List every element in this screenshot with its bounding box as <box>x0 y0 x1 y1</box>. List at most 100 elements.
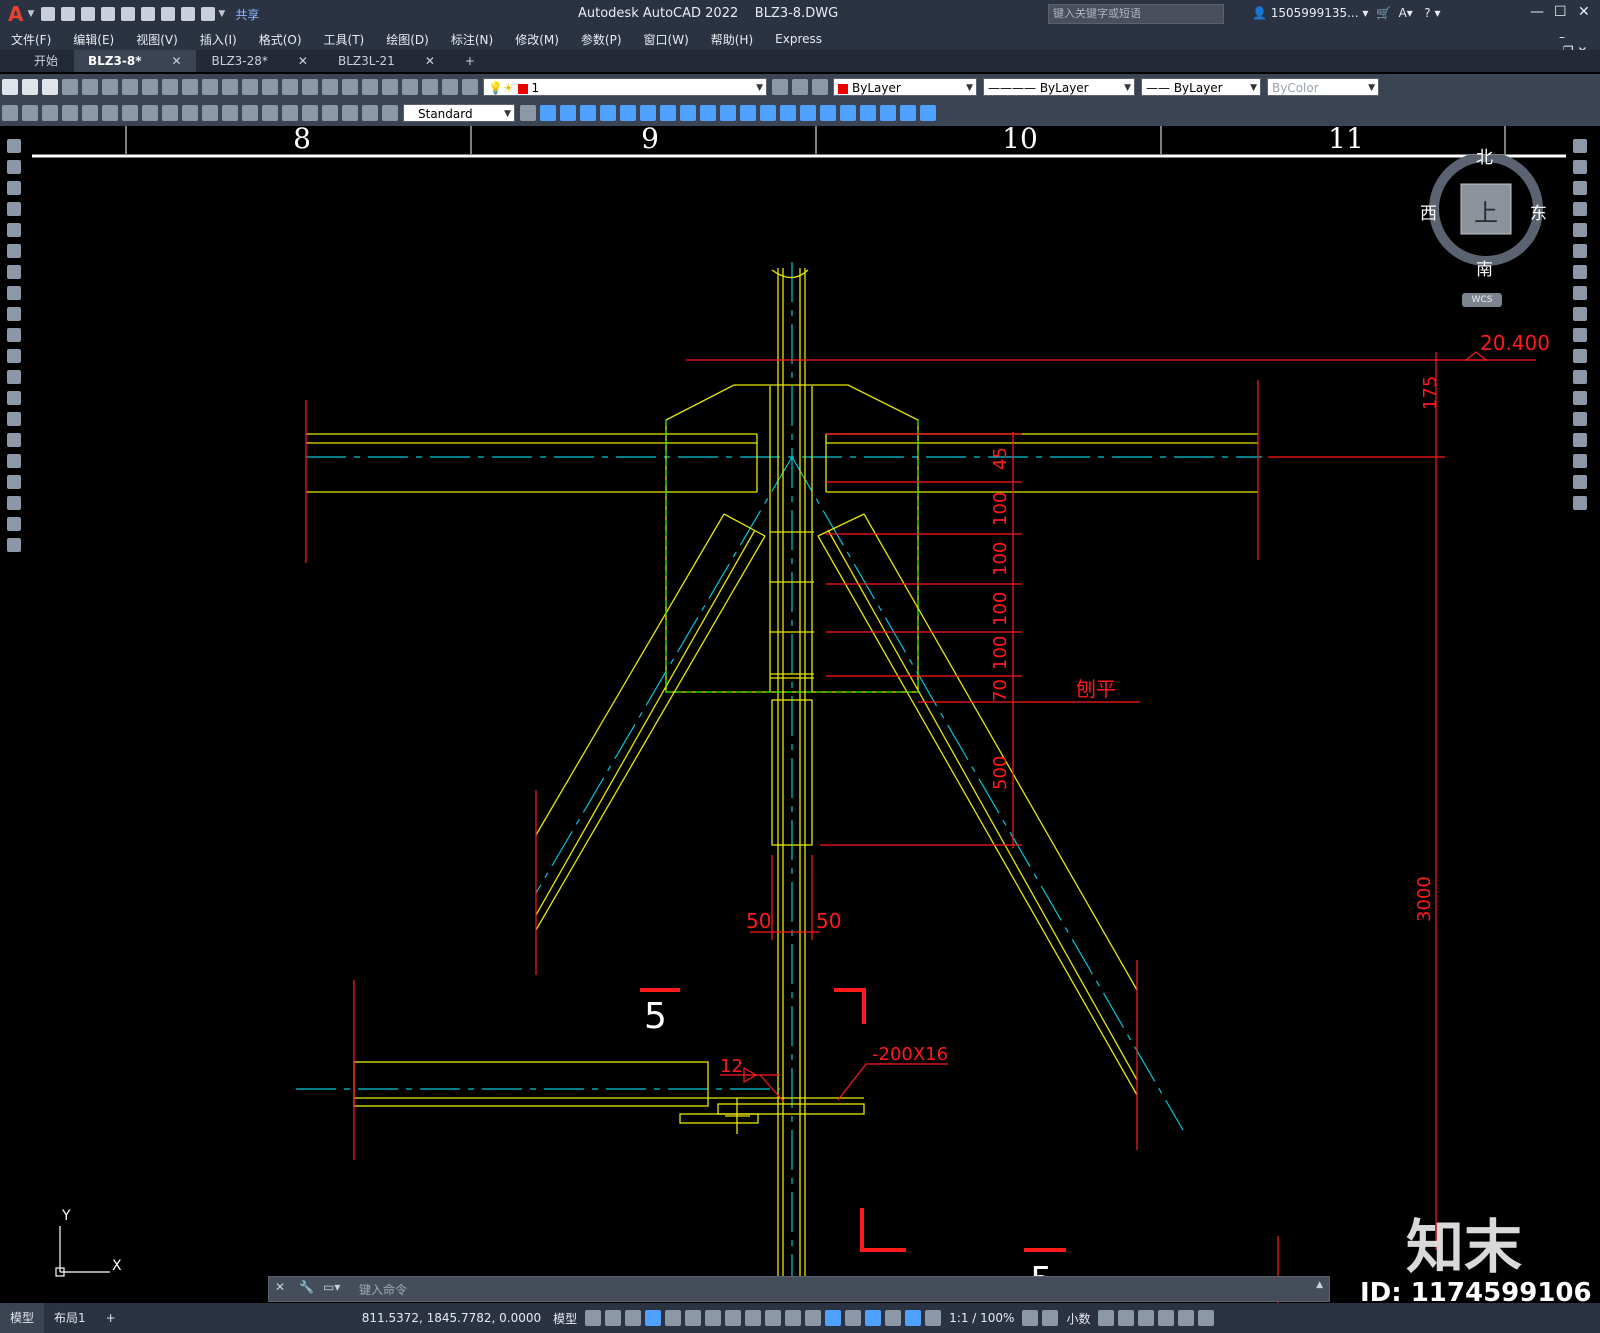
trim-icon[interactable] <box>1573 328 1587 342</box>
undo-icon[interactable] <box>181 7 196 21</box>
separate-icon[interactable] <box>800 105 816 121</box>
menu-item-0[interactable]: 文件(F) <box>11 31 51 48</box>
mirror-icon[interactable] <box>1573 181 1587 195</box>
array-icon[interactable] <box>1573 223 1587 237</box>
close-tab-icon[interactable]: ✕ <box>298 54 308 68</box>
isodraft-icon[interactable] <box>705 1310 722 1326</box>
menu-item-9[interactable]: 参数(P) <box>581 31 622 48</box>
command-line[interactable]: ✕ 🔧 ▭▾ 键入命令 ▲ <box>268 1276 1330 1302</box>
object-snap-icon[interactable] <box>745 1310 762 1326</box>
dim-angular-icon[interactable] <box>162 105 178 121</box>
inspect-icon[interactable] <box>302 105 318 121</box>
plot-tool-icon[interactable] <box>62 79 78 95</box>
search-input[interactable]: 键入关键字或短语 <box>1048 4 1224 24</box>
lineweight-icon[interactable] <box>765 1310 782 1326</box>
zoom-realtime-icon[interactable] <box>262 79 278 95</box>
pan-icon[interactable] <box>242 79 258 95</box>
arc-icon[interactable] <box>7 244 21 258</box>
clean-icon[interactable] <box>780 105 796 121</box>
dim-diameter-icon[interactable] <box>142 105 158 121</box>
viewcube-south[interactable]: 南 <box>1476 255 1493 280</box>
menu-item-7[interactable]: 标注(N) <box>451 31 493 48</box>
document-tab-2[interactable]: BLZ3-28* ✕ <box>198 50 322 72</box>
insert-block-icon[interactable] <box>7 370 21 384</box>
break-at-point-icon[interactable] <box>1573 370 1587 384</box>
move-faces-icon[interactable] <box>620 105 636 121</box>
linetype-dropdown[interactable]: ———— ByLayer ▼ <box>983 78 1135 96</box>
open-icon[interactable] <box>61 7 76 21</box>
grid-icon[interactable] <box>585 1310 602 1326</box>
menu-item-8[interactable]: 修改(M) <box>515 31 559 48</box>
cylinder-icon[interactable] <box>880 105 896 121</box>
dim-style-icon[interactable] <box>520 105 536 121</box>
fillet-icon[interactable] <box>1573 454 1587 468</box>
dim-radius-icon[interactable] <box>102 105 118 121</box>
color-faces-icon[interactable] <box>740 105 756 121</box>
save-as-icon[interactable] <box>101 7 116 21</box>
close-cmdline-icon[interactable]: ✕ <box>275 1280 285 1294</box>
snap-icon[interactable] <box>605 1310 622 1326</box>
infer-constraints-icon[interactable] <box>625 1310 642 1326</box>
offset-icon[interactable] <box>1573 202 1587 216</box>
dim-space-icon[interactable] <box>222 105 238 121</box>
copy-object-icon[interactable] <box>1573 160 1587 174</box>
rotate-faces-icon[interactable] <box>680 105 696 121</box>
properties-icon[interactable] <box>322 79 338 95</box>
make-current-layer-icon[interactable] <box>772 79 788 95</box>
menu-item-1[interactable]: 编辑(E) <box>73 31 114 48</box>
dim-baseline-icon[interactable] <box>182 105 198 121</box>
close-tab-icon[interactable]: ✕ <box>171 54 181 68</box>
add-selected-icon[interactable] <box>7 538 21 552</box>
cmdline-expand-icon[interactable]: ▲ <box>1316 1280 1323 1290</box>
close-window-icon[interactable]: ✕ <box>1578 4 1590 20</box>
model-space-toggle[interactable]: 模型 <box>553 1310 577 1327</box>
customize-cmdline-icon[interactable]: 🔧 <box>299 1280 314 1294</box>
document-tab-3[interactable]: BLZ3L-21 ✕ <box>324 50 449 72</box>
selection-filter-icon[interactable] <box>865 1310 882 1326</box>
annotation-visibility-icon[interactable] <box>905 1310 922 1326</box>
shell-icon[interactable] <box>820 105 836 121</box>
dim-ordinate-icon[interactable] <box>82 105 98 121</box>
user-account[interactable]: 👤 1505999135... ▾ 🛒 A▾ ? ▾ <box>1252 6 1440 20</box>
stretch-icon[interactable] <box>1573 307 1587 321</box>
move-icon[interactable] <box>1573 244 1587 258</box>
hatch-icon[interactable] <box>7 433 21 447</box>
gradient-icon[interactable] <box>7 454 21 468</box>
ellipse-arc-icon[interactable] <box>7 349 21 363</box>
region-icon[interactable] <box>7 475 21 489</box>
dynamic-input-icon[interactable] <box>645 1310 662 1326</box>
cut-icon[interactable] <box>122 79 138 95</box>
union-icon[interactable] <box>540 105 556 121</box>
clean-screen-icon[interactable] <box>1178 1310 1195 1326</box>
extend-icon[interactable] <box>1573 349 1587 363</box>
dynamic-ucs-icon[interactable] <box>845 1310 862 1326</box>
lineweight-dropdown[interactable]: —— ByLayer ▼ <box>1141 78 1261 96</box>
document-tab-1[interactable]: BLZ3-8* ✕ <box>74 50 196 72</box>
preview-icon[interactable] <box>82 79 98 95</box>
erase-icon[interactable] <box>1573 139 1587 153</box>
app-menu-caret-icon[interactable]: ▼ <box>27 9 34 19</box>
document-tab-0[interactable]: 开始 <box>20 50 72 72</box>
construction-line-icon[interactable] <box>7 160 21 174</box>
menu-item-4[interactable]: 格式(O) <box>259 31 302 48</box>
menu-item-11[interactable]: 帮助(H) <box>711 31 753 48</box>
menu-item-2[interactable]: 视图(V) <box>136 31 178 48</box>
lock-ui-icon[interactable] <box>1118 1310 1135 1326</box>
cone-icon[interactable] <box>900 105 916 121</box>
coordinates-readout[interactable]: 811.5372, 1845.7782, 0.0000 <box>362 1311 541 1325</box>
transparency-icon[interactable] <box>785 1310 802 1326</box>
layer-properties-icon[interactable] <box>462 79 478 95</box>
tool-palettes-icon[interactable] <box>362 79 378 95</box>
ellipse-icon[interactable] <box>7 328 21 342</box>
matchprop-icon[interactable] <box>182 79 198 95</box>
taper-faces-icon[interactable] <box>700 105 716 121</box>
customize-quick-access-icon[interactable]: ▼ <box>218 9 225 19</box>
plot-icon[interactable] <box>161 7 176 21</box>
markup-icon[interactable] <box>402 79 418 95</box>
qnew-icon[interactable] <box>2 79 18 95</box>
qsave-icon[interactable] <box>42 79 58 95</box>
help-icon[interactable] <box>442 79 458 95</box>
tolerance-icon[interactable] <box>262 105 278 121</box>
menu-item-10[interactable]: 窗口(W) <box>644 31 689 48</box>
scale-icon[interactable] <box>1573 286 1587 300</box>
